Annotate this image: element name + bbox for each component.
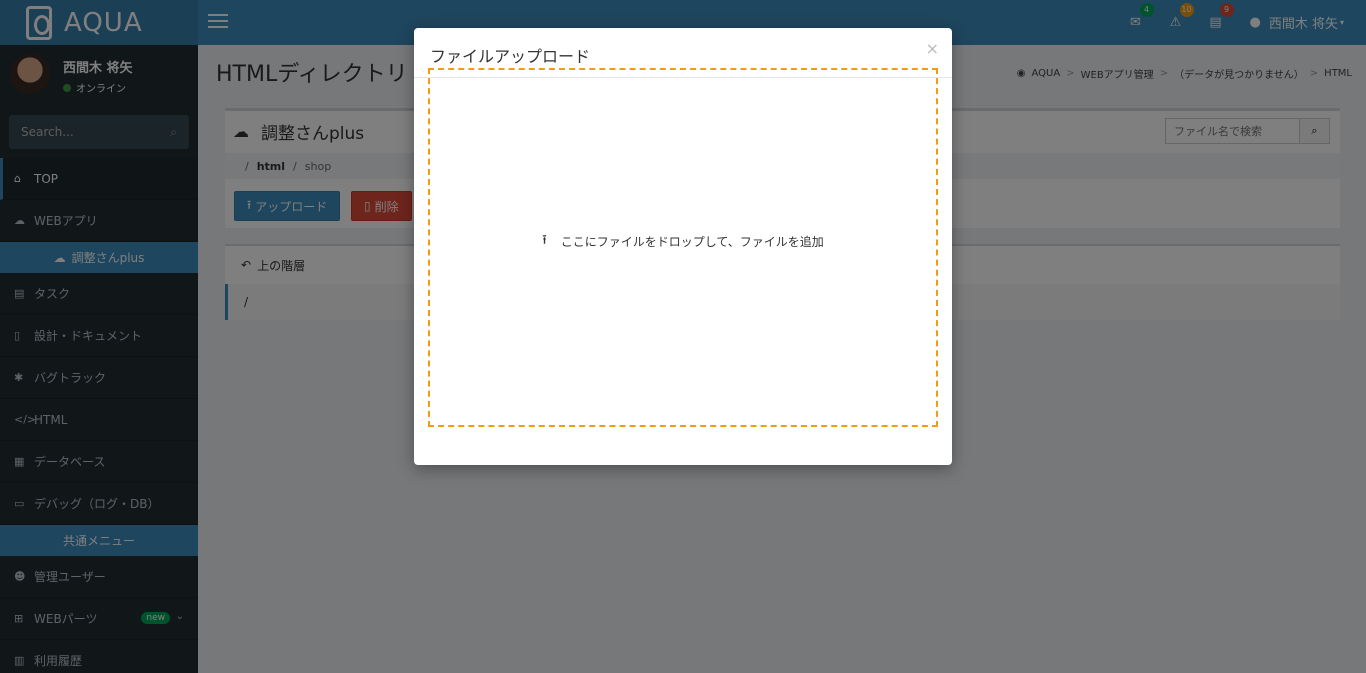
upload-modal: ファイルアップロード × ⭱ ここにファイルをドロップして、ファイルを追加 [414, 28, 952, 465]
file-dropzone[interactable]: ⭱ ここにファイルをドロップして、ファイルを追加 [428, 68, 938, 427]
upload-icon: ⭱ [542, 232, 547, 248]
dropzone-text: ここにファイルをドロップして、ファイルを追加 [560, 235, 824, 249]
close-icon[interactable]: × [926, 39, 939, 58]
modal-title: ファイルアップロード [430, 47, 591, 66]
